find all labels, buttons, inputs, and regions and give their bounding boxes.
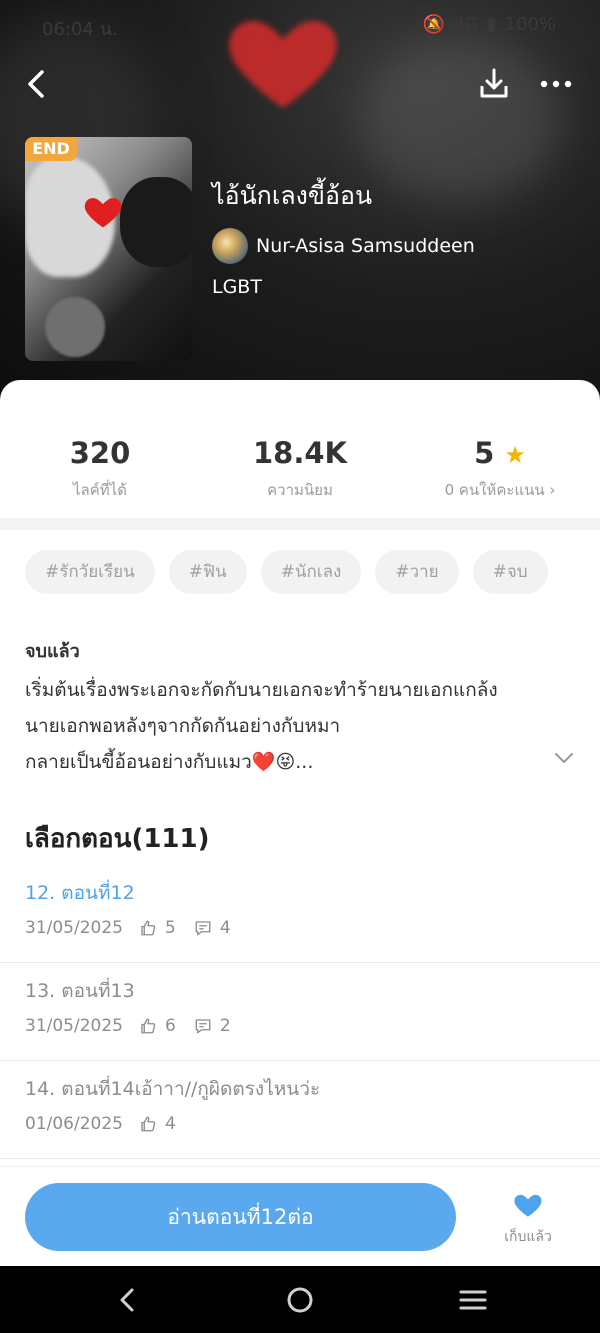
stat-rating[interactable]: 5 ★ 0 คนให้คะแนน › [400, 436, 600, 502]
favorite-label: เก็บแล้ว [504, 1229, 552, 1245]
stat-popularity: 18.4K ความนิยม [200, 436, 400, 502]
star-icon: ★ [504, 441, 526, 469]
episode-title[interactable]: 13. ตอนที่13 [25, 976, 135, 1006]
author-avatar[interactable] [212, 228, 248, 264]
tag-chip[interactable]: #นักเลง [260, 550, 362, 594]
status-time: 06:04 น. [42, 19, 118, 40]
likes-count: 5 [164, 918, 176, 938]
heart-icon [84, 198, 122, 228]
status-bar: 06:04 น. 🔕 4G ▮ 100% [0, 8, 600, 44]
comments-count: 2 [219, 1016, 231, 1036]
continue-reading-button[interactable]: อ่านตอนที่12ต่อ [25, 1183, 456, 1251]
tag-chip[interactable]: #รักวัยเรียน [25, 550, 155, 594]
thumbs-up-icon [141, 1018, 156, 1034]
download-icon[interactable] [474, 64, 514, 104]
episode-date: 31/05/2025 [25, 918, 123, 938]
bg-blur-shape [360, 40, 560, 200]
status-icons: 🔕 4G ▮ 100% [423, 14, 556, 35]
more-options-icon[interactable] [536, 64, 576, 104]
system-back-icon[interactable] [110, 1282, 146, 1318]
network-label: 4G [453, 14, 479, 35]
episode-date: 31/05/2025 [25, 1016, 123, 1036]
author-name[interactable]: Nur-Asisa Samsuddeen [256, 235, 475, 257]
likes-count: 320 [69, 436, 131, 470]
popularity-count: 18.4K [252, 436, 348, 470]
episode-title[interactable]: 12. ตอนที่12 [25, 878, 135, 908]
episode-item[interactable]: 13. ตอนที่13 31/05/2025 6 2 [0, 962, 600, 1061]
description-line: เริ่มต้นเรื่องพระเอกจะกัดกับนายเอกจะทำร้… [25, 679, 498, 701]
heart-icon [514, 1194, 542, 1217]
tag-chip[interactable]: #วาย [375, 550, 459, 594]
episode-item[interactable]: 14. ตอนที่14เอ้าาา//กูผิดตรงไหนว่ะ 01/06… [0, 1060, 600, 1159]
thumbs-up-icon [141, 920, 156, 936]
story-cover-image [25, 137, 192, 361]
likes-label: ไลค์ที่ได้ [73, 481, 127, 499]
completion-status: จบแล้ว [25, 641, 80, 662]
back-icon[interactable] [18, 64, 58, 104]
description-line: กลายเป็นขี้อ้อนอย่างกับแมว❤️😝... [25, 751, 314, 773]
comments-count: 4 [219, 918, 231, 938]
end-badge: END [25, 137, 77, 161]
comment-icon [195, 921, 211, 936]
chevron-right-icon: › [549, 481, 556, 499]
author-row[interactable]: Nur-Asisa Samsuddeen [212, 228, 475, 264]
stat-likes: 320 ไลค์ที่ได้ [0, 436, 200, 502]
episode-title[interactable]: 14. ตอนที่14เอ้าาา//กูผิดตรงไหนว่ะ [25, 1074, 320, 1104]
system-recents-icon[interactable] [455, 1282, 491, 1318]
stats-row: 320 ไลค์ที่ได้ 18.4K ความนิยม 5 ★ 0 คนให… [0, 436, 600, 516]
likes-count: 4 [164, 1114, 176, 1134]
story-title: ไอ้นักเลงขี้อ้อน [212, 181, 373, 210]
tag-chip[interactable]: #ฟิน [168, 550, 247, 594]
expand-chevron-icon[interactable] [552, 748, 576, 768]
favorite-button[interactable]: เก็บแล้ว [498, 1188, 558, 1248]
battery-label: 100% [504, 14, 556, 35]
system-home-icon[interactable] [282, 1282, 318, 1318]
system-nav-bar [0, 1266, 600, 1333]
rating-label: 0 คนให้คะแนน [444, 481, 545, 499]
tag-list: #รักวัยเรียน #ฟิน #นักเลง #วาย #จบ [25, 550, 548, 594]
rating-value: 5 [474, 436, 495, 470]
tag-chip[interactable]: #จบ [472, 550, 548, 594]
signal-icon: ▮ [486, 14, 497, 35]
comment-icon [195, 1019, 211, 1034]
episodes-heading: เลือกตอน(111) [25, 824, 210, 854]
description-line: นายเอกพอหลังๆจากกัดกันอย่างกับหมา [25, 715, 341, 737]
story-description: เริ่มต้นเรื่องพระเอกจะกัดกับนายเอกจะทำร้… [25, 672, 565, 780]
genre-label[interactable]: LGBT [212, 276, 262, 298]
thumbs-up-icon [141, 1116, 156, 1132]
section-divider [0, 518, 600, 530]
episode-item[interactable]: 12. ตอนที่12 31/05/2025 5 4 [0, 864, 600, 963]
mute-icon: 🔕 [422, 14, 446, 35]
likes-count: 6 [164, 1016, 176, 1036]
popularity-label: ความนิยม [267, 481, 333, 499]
episode-date: 01/06/2025 [25, 1114, 123, 1134]
